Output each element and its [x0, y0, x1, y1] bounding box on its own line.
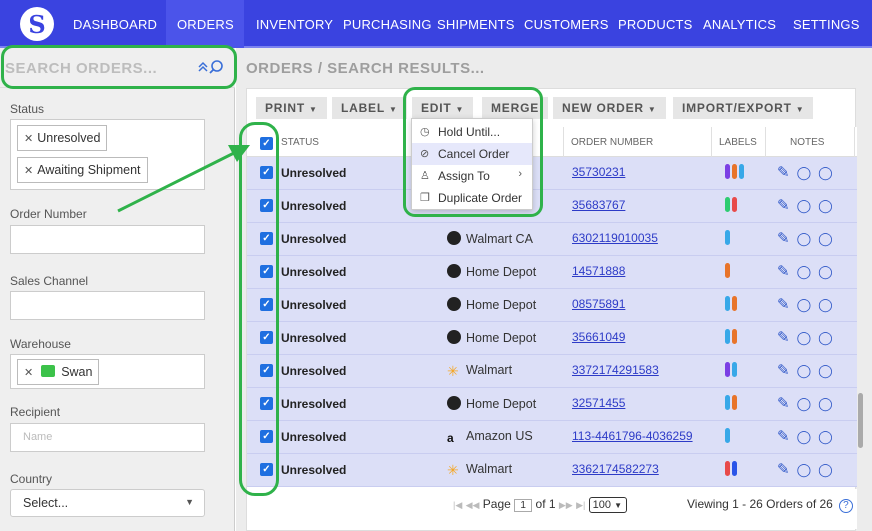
annotation-arrow — [117, 145, 250, 213]
